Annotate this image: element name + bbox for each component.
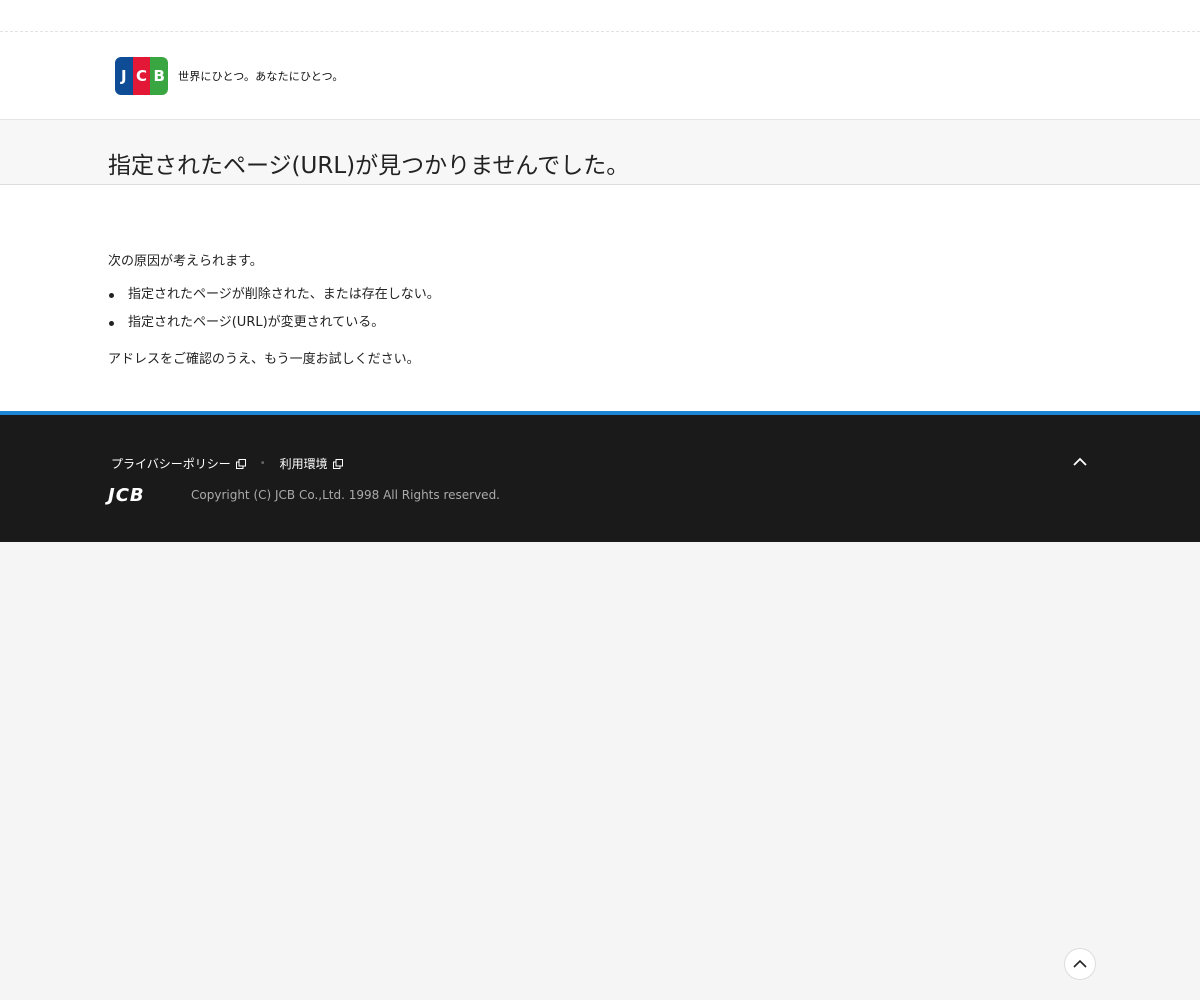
list-item: 指定されたページが削除された、または存在しない。	[108, 285, 440, 313]
floating-back-to-top-button[interactable]	[1064, 948, 1096, 980]
jcb-logo-c: C	[132, 57, 151, 95]
chevron-up-icon	[1073, 959, 1087, 968]
page-title: 指定されたページ(URL)が見つかりませんでした。	[108, 153, 630, 179]
external-link-icon	[332, 458, 343, 469]
retry-text: アドレスをご確認のうえ、もう一度お試しください。	[108, 352, 420, 367]
main-content: 次の原因が考えられます。 指定されたページが削除された、または存在しない。 指定…	[0, 185, 1200, 411]
copyright-text: Copyright (C) JCB Co.,Ltd. 1998 All Righ…	[191, 488, 500, 502]
privacy-policy-label: プライバシーポリシー	[111, 457, 231, 471]
jcb-logo: J C B	[115, 57, 169, 95]
chevron-up-icon	[1073, 457, 1087, 466]
reason-list: 指定されたページが削除された、または存在しない。 指定されたページ(URL)が変…	[108, 285, 440, 341]
title-band: 指定されたページ(URL)が見つかりませんでした。	[0, 120, 1200, 185]
footer-links: プライバシーポリシー • 利用環境	[111, 455, 343, 472]
jcb-logo-b: B	[150, 57, 169, 95]
list-item: 指定されたページ(URL)が変更されている。	[108, 313, 440, 341]
brand-tagline: 世界にひとつ。あなたにひとつ。	[178, 70, 344, 83]
environment-label: 利用環境	[279, 457, 328, 471]
external-link-icon	[235, 458, 246, 469]
link-separator: •	[259, 458, 266, 469]
site-footer: プライバシーポリシー • 利用環境 JCB Copyright (C) JCB …	[0, 411, 1200, 542]
environment-link[interactable]: 利用環境	[280, 455, 343, 472]
top-bar	[0, 0, 1200, 32]
site-header: J C B 世界にひとつ。あなたにひとつ。	[0, 32, 1200, 120]
back-to-top-button[interactable]	[1069, 451, 1091, 473]
jcb-logo-link[interactable]: J C B 世界にひとつ。あなたにひとつ。	[115, 57, 344, 95]
lead-text: 次の原因が考えられます。	[108, 254, 263, 269]
jcb-logo-j: J	[115, 57, 133, 95]
privacy-policy-link[interactable]: プライバシーポリシー	[111, 455, 246, 472]
footer-jcb-logo: JCB	[108, 485, 145, 506]
